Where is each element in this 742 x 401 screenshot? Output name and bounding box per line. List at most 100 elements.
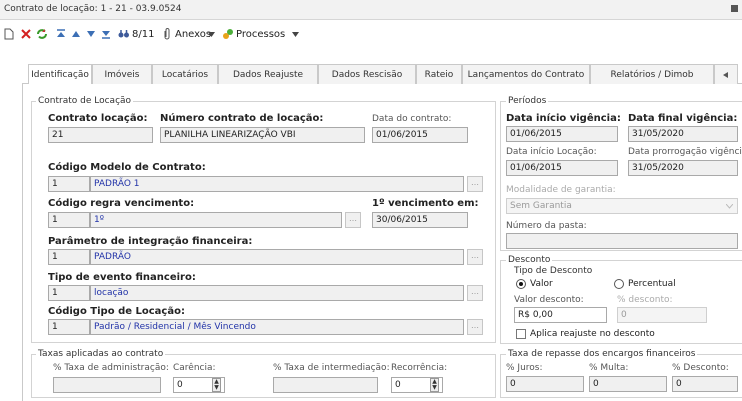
evento-label: Tipo de evento financeiro: [48, 272, 196, 283]
paperclip-icon[interactable] [162, 25, 172, 43]
inicio-locacao-label: Data início Locação: [506, 147, 597, 157]
modalidade-label: Modalidade de garantia: [506, 185, 616, 195]
taxa-intermediacao-field[interactable] [273, 377, 378, 393]
juros-field[interactable]: 0 [506, 376, 584, 392]
carencia-label: Carência: [173, 363, 216, 373]
modelo-label: Código Modelo de Contrato: [48, 162, 206, 173]
primeiro-vencimento-field[interactable]: 30/06/2015 [372, 212, 468, 228]
modalidade-select[interactable]: Sem Garantia [506, 198, 738, 214]
numero-contrato-label: Número contrato de locação: [160, 113, 324, 124]
valor-radio[interactable] [516, 279, 526, 289]
tipo-locacao-label: Código Tipo de Locação: [48, 306, 185, 317]
taxa-adm-label: % Taxa de administração: [53, 363, 169, 373]
desconto-legend: Desconto [506, 255, 553, 265]
ellipsis-icon[interactable]: … [345, 212, 361, 228]
refresh-icon[interactable] [36, 25, 48, 43]
desconto-repasse-label: % Desconto: [672, 363, 729, 373]
next-icon[interactable] [86, 25, 96, 43]
tab-dados-reajuste[interactable]: Dados Reajuste [218, 64, 318, 84]
valor-desconto-field[interactable]: R$ 0,00 [514, 307, 607, 323]
prorrogacao-field[interactable]: 31/05/2020 [628, 160, 738, 176]
tab-identificacao[interactable]: Identificação [28, 64, 92, 85]
valor-desconto-label: Valor desconto: [514, 295, 584, 305]
first-icon[interactable] [56, 25, 66, 43]
ellipsis-icon[interactable]: … [467, 285, 483, 301]
toolbar: 8/11 Anexos Processos [0, 22, 742, 46]
periodos-legend: Períodos [506, 96, 549, 106]
pct-desconto-field[interactable]: 0 [617, 307, 707, 323]
regra-code-field[interactable]: 1 [48, 212, 90, 228]
tab-bar: Identificação Imóveis Locatários Dados R… [22, 64, 742, 85]
contrato-locacao-field[interactable]: 21 [48, 127, 153, 143]
chevron-down-icon[interactable] [208, 25, 215, 43]
contrato-legend: Contrato de Locação [36, 96, 134, 106]
taxa-intermediacao-label: % Taxa de intermediação: [273, 363, 390, 373]
reajuste-label: Aplica reajuste no desconto [530, 329, 655, 339]
processos-menu[interactable]: Processos [236, 25, 285, 43]
inicio-locacao-field[interactable]: 01/06/2015 [506, 160, 618, 176]
search-icon[interactable] [118, 25, 130, 43]
contrato-locacao-label: Contrato locação: [48, 113, 148, 124]
restore-icon[interactable] [731, 5, 738, 12]
contract-window: Contrato de locação: 1 - 21 - 03.9.0524 … [0, 0, 742, 401]
record-counter: 8/11 [132, 28, 155, 40]
process-icon[interactable] [222, 25, 234, 43]
window-title: Contrato de locação: 1 - 21 - 03.9.0524 [4, 4, 182, 14]
new-doc-icon[interactable] [4, 25, 14, 43]
last-icon[interactable] [101, 25, 111, 43]
tab-relatorios[interactable]: Relatórios / Dimob [590, 64, 714, 84]
parametro-label: Parâmetro de integração financeira: [48, 236, 253, 247]
evento-desc-field[interactable]: locação [90, 285, 464, 301]
tab-lancamentos[interactable]: Lançamentos do Contrato [462, 64, 590, 84]
modelo-desc-field[interactable]: PADRÃO 1 [90, 176, 464, 192]
numero-contrato-field[interactable]: PLANILHA LINEARIZAÇÃO VBI [160, 127, 365, 143]
evento-code-field[interactable]: 1 [48, 285, 90, 301]
tab-scroll-button[interactable] [714, 64, 738, 84]
parametro-code-field[interactable]: 1 [48, 249, 90, 265]
tipo-locacao-desc-field[interactable]: Padrão / Residencial / Mês Vincendo [90, 319, 464, 335]
final-vigencia-field[interactable]: 31/05/2020 [628, 126, 738, 142]
taxa-adm-field[interactable] [53, 377, 161, 393]
data-contrato-field[interactable]: 01/06/2015 [372, 127, 468, 143]
final-vigencia-label: Data final vigência: [628, 113, 738, 124]
spin-icon[interactable]: ▲ ▼ [430, 378, 439, 392]
pasta-field[interactable] [506, 233, 738, 249]
title-bar: Contrato de locação: 1 - 21 - 03.9.0524 [0, 0, 742, 20]
modelo-code-field[interactable]: 1 [48, 176, 90, 192]
identificacao-panel: Contrato de Locação Contrato locação: 21… [22, 84, 742, 401]
data-contrato-label: Data do contrato: [372, 114, 452, 124]
chevron-down-icon [725, 202, 734, 212]
delete-icon[interactable] [20, 25, 32, 43]
chevron-down-icon[interactable] [292, 25, 299, 43]
inicio-vigencia-field[interactable]: 01/06/2015 [506, 126, 618, 142]
tab-dados-rescisao[interactable]: Dados Rescisão [318, 64, 416, 84]
juros-label: % Juros: [506, 363, 543, 373]
regra-vencimento-label: Código regra vencimento: [48, 198, 195, 209]
parametro-desc-field[interactable]: PADRÃO [90, 249, 464, 265]
tab-imoveis[interactable]: Imóveis [92, 64, 152, 84]
repasse-legend: Taxa de repasse dos encargos financeiros [506, 349, 698, 359]
tipo-locacao-code-field[interactable]: 1 [48, 319, 90, 335]
tab-rateio[interactable]: Rateio [416, 64, 462, 84]
taxas-legend: Taxas aplicadas ao contrato [36, 349, 166, 359]
ellipsis-icon[interactable]: … [467, 319, 483, 335]
tab-locatarios[interactable]: Locatários [152, 64, 218, 84]
tipo-desconto-legend: Tipo de Desconto [514, 266, 593, 276]
ellipsis-icon[interactable]: … [467, 249, 483, 265]
anexos-menu[interactable]: Anexos [175, 25, 211, 43]
reajuste-checkbox[interactable] [516, 329, 526, 339]
prev-icon[interactable] [71, 25, 81, 43]
valor-option-label: Valor [530, 279, 553, 289]
prorrogacao-label: Data prorrogação vigência: [628, 147, 742, 157]
spin-icon[interactable]: ▲ ▼ [212, 378, 221, 392]
multa-label: % Multa: [589, 363, 629, 373]
ellipsis-icon[interactable]: … [467, 176, 483, 192]
percentual-option-label: Percentual [628, 279, 676, 289]
desconto-repasse-field[interactable]: 0 [672, 376, 738, 392]
inicio-vigencia-label: Data início vigência: [506, 113, 621, 124]
pasta-label: Número da pasta: [506, 221, 587, 231]
pct-desconto-label: % desconto: [617, 295, 673, 305]
regra-desc-field[interactable]: 1º [90, 212, 342, 228]
multa-field[interactable]: 0 [589, 376, 667, 392]
percentual-radio[interactable] [614, 279, 624, 289]
